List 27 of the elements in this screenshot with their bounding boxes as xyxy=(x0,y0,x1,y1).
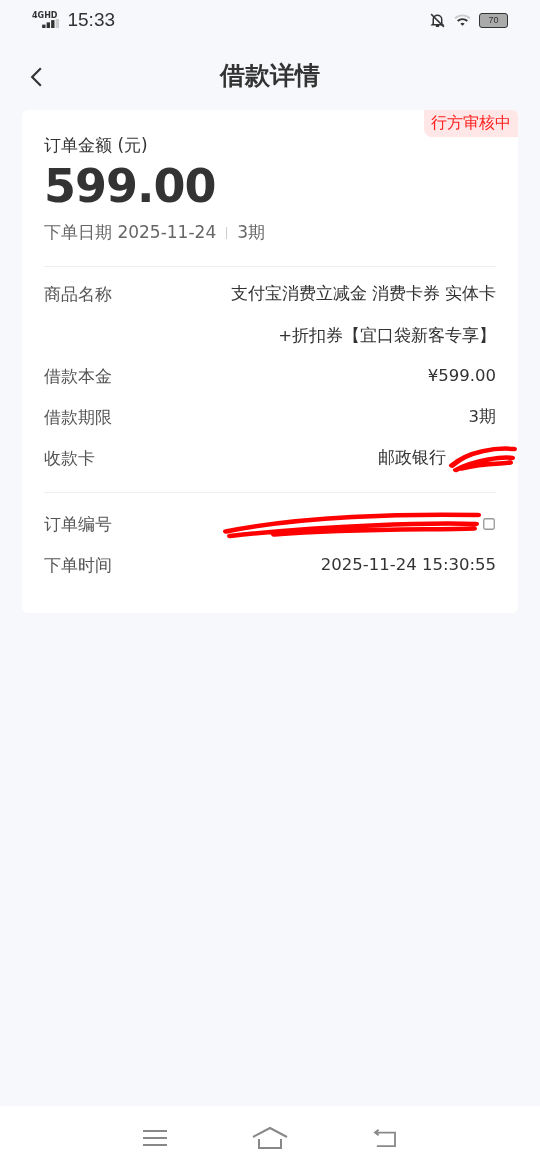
status-badge: 行方审核中 xyxy=(424,110,518,137)
back-nav-icon[interactable] xyxy=(372,1128,398,1148)
field-value: 支付宝消费立减金 消费卡券 实体卡+折扣券【宜口袋新客专享】 xyxy=(229,283,496,347)
field-label: 下单时间 xyxy=(44,554,112,577)
order-date: 下单日期 2025-11-24 xyxy=(44,221,217,244)
menu-icon[interactable] xyxy=(142,1128,168,1148)
network-label: 4GHD xyxy=(32,10,58,20)
wifi-icon xyxy=(454,11,471,29)
field-label: 订单编号 xyxy=(44,513,112,536)
signal-icon xyxy=(41,19,60,28)
copy-icon[interactable] xyxy=(482,517,496,531)
page-title: 借款详情 xyxy=(220,59,320,92)
loan-term: 3期 xyxy=(237,221,266,244)
field-value: 邮政银行 xyxy=(378,447,446,469)
status-time: 15:33 xyxy=(67,9,115,31)
field-label: 借款期限 xyxy=(44,406,112,429)
field-value: 3期 xyxy=(468,406,496,428)
field-value: ¥599.00 xyxy=(427,365,496,387)
order-amount: 599.00 xyxy=(44,159,217,213)
field-value: 2025-11-24 15:30:55 xyxy=(320,554,496,576)
amount-label: 订单金额 (元) xyxy=(44,134,149,157)
bell-muted-icon xyxy=(429,11,446,29)
home-icon[interactable] xyxy=(252,1126,288,1150)
field-label: 收款卡 xyxy=(44,447,95,470)
field-label: 借款本金 xyxy=(44,365,112,388)
battery-icon: 70 xyxy=(479,12,508,28)
field-label: 商品名称 xyxy=(44,283,112,306)
